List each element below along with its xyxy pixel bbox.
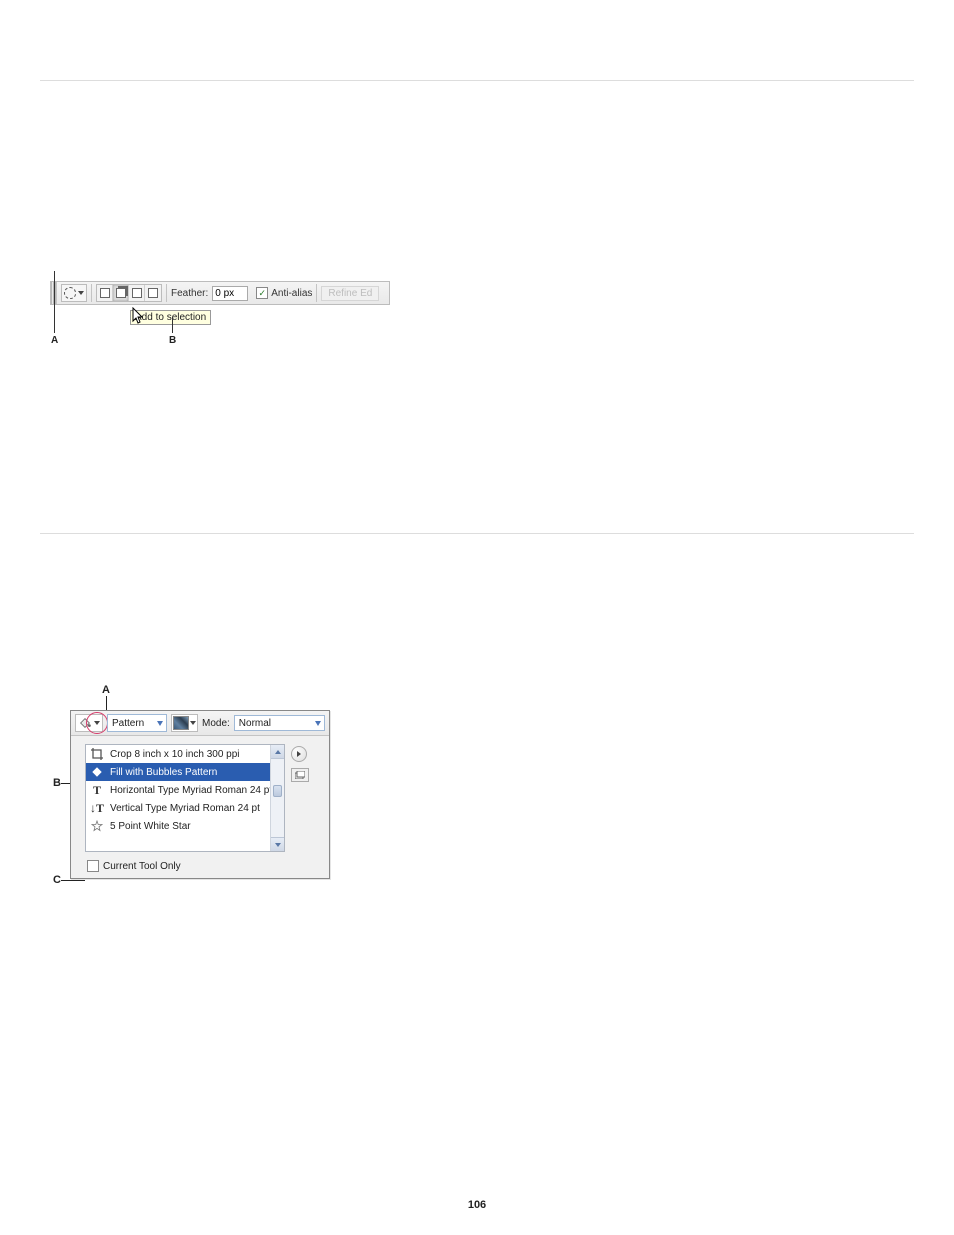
subtract-selection-icon <box>132 288 142 298</box>
list-item[interactable]: ↓T Vertical Type Myriad Roman 24 pt <box>86 799 284 817</box>
add-to-selection-button[interactable] <box>113 285 129 301</box>
anti-alias-label: Anti-alias <box>271 288 312 299</box>
tool-preset-picker-button[interactable] <box>75 714 103 732</box>
mode-select[interactable]: Normal <box>234 715 325 731</box>
callout-label-a: A <box>102 684 110 696</box>
new-icon <box>295 771 305 779</box>
chevron-down-icon <box>78 291 84 295</box>
pattern-swatch-picker[interactable] <box>171 714 198 732</box>
list-item[interactable]: 5 Point White Star <box>86 817 284 835</box>
vertical-type-icon: ↓T <box>90 801 104 815</box>
square-icon <box>100 288 110 298</box>
preset-name: Horizontal Type Myriad Roman 24 pt <box>110 785 272 796</box>
intersect-selection-button[interactable] <box>145 285 161 301</box>
callout-label-c: C <box>53 874 61 886</box>
tool-preset-panel: Pattern Mode: Normal Cro <box>70 710 330 879</box>
scrollbar[interactable] <box>270 745 284 851</box>
current-tool-only-label: Current Tool Only <box>103 861 181 872</box>
add-selection-icon <box>116 288 126 298</box>
list-item[interactable]: T Horizontal Type Myriad Roman 24 pt <box>86 781 284 799</box>
mode-value: Normal <box>239 718 271 729</box>
callout-line <box>61 880 85 881</box>
chevron-down-icon <box>190 721 196 725</box>
divider <box>40 533 914 534</box>
intersect-selection-icon <box>148 288 158 298</box>
feather-label: Feather: <box>171 288 208 299</box>
subtract-from-selection-button[interactable] <box>129 285 145 301</box>
page-number: 106 <box>468 1199 486 1211</box>
star-icon <box>90 819 104 833</box>
horizontal-type-icon: T <box>90 783 104 797</box>
lasso-icon <box>64 287 76 299</box>
anti-alias-checkbox[interactable]: ✓ <box>256 287 268 299</box>
figure-options-bar: Feather: ✓ Anti-alias Refine Ed Add to s… <box>50 281 390 353</box>
preset-name: 5 Point White Star <box>110 821 191 832</box>
callout-label-b: B <box>169 335 176 346</box>
panel-menu-button[interactable] <box>291 746 307 762</box>
preset-name: Crop 8 inch x 10 inch 300 ppi <box>110 749 240 760</box>
callout-line <box>54 271 55 333</box>
callout-line <box>172 317 173 333</box>
scroll-up-button[interactable] <box>271 745 284 759</box>
crop-icon <box>90 747 104 761</box>
fill-type-value: Pattern <box>112 718 144 729</box>
list-item[interactable]: Crop 8 inch x 10 inch 300 ppi <box>86 745 284 763</box>
options-bar: Feather: ✓ Anti-alias Refine Ed <box>50 281 390 305</box>
scroll-down-button[interactable] <box>271 837 284 851</box>
paint-bucket-icon <box>78 716 92 730</box>
scroll-thumb[interactable] <box>273 785 282 797</box>
current-tool-only-checkbox[interactable]: ✓ <box>87 860 99 872</box>
selection-mode-group <box>96 284 162 302</box>
pattern-swatch-icon <box>173 716 189 730</box>
figure-tool-preset-picker: A B C Pattern <box>40 684 370 914</box>
chevron-down-icon <box>94 721 100 725</box>
divider <box>40 80 914 81</box>
preset-name: Fill with Bubbles Pattern <box>110 767 217 778</box>
new-preset-button[interactable] <box>291 768 309 782</box>
preset-list: Crop 8 inch x 10 inch 300 ppi Fill with … <box>85 744 285 852</box>
triangle-right-icon <box>295 750 303 758</box>
callout-label-b: B <box>53 777 61 789</box>
new-selection-button[interactable] <box>97 285 113 301</box>
panel-header: Pattern Mode: Normal <box>71 711 329 736</box>
feather-input[interactable] <box>212 286 248 301</box>
fill-type-select[interactable]: Pattern <box>107 714 167 732</box>
callout-label-a: A <box>51 335 58 346</box>
list-item[interactable]: Fill with Bubbles Pattern <box>86 763 284 781</box>
mode-label: Mode: <box>202 718 230 729</box>
tool-preset-picker[interactable] <box>61 284 87 302</box>
refine-edge-button: Refine Ed <box>321 286 379 301</box>
paint-bucket-icon <box>90 765 104 779</box>
preset-name: Vertical Type Myriad Roman 24 pt <box>110 803 260 814</box>
